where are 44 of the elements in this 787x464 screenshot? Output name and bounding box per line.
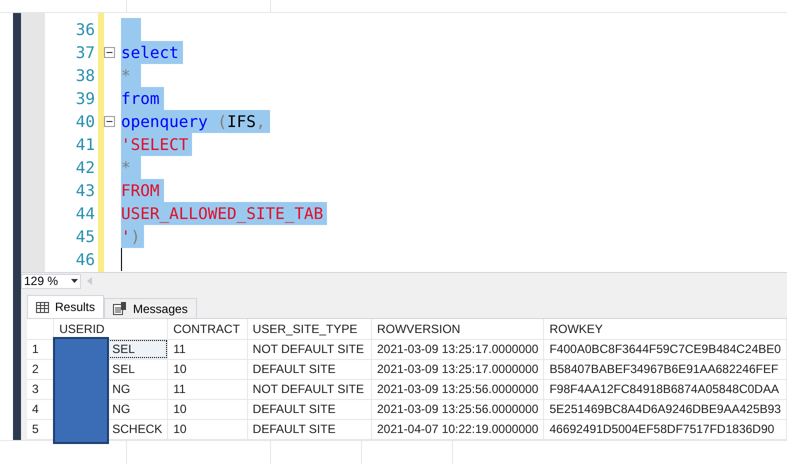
table-cell: F400A0BC8F3644F59C7CE9B484C24BE0 xyxy=(544,339,786,359)
grid-icon xyxy=(36,302,49,312)
column-header[interactable]: USER_SITE_TYPE xyxy=(247,319,372,339)
table-cell: 2021-03-09 13:25:17.0000000 xyxy=(371,339,544,359)
caret-icon xyxy=(71,279,78,283)
table-cell: 2021-04-07 10:22:19.0000000 xyxy=(371,419,544,439)
line-number: 39 xyxy=(74,88,95,110)
line-number: 36 xyxy=(74,19,95,41)
scroll-left-icon xyxy=(87,277,92,285)
table-cell: 5E251469BC8A4D6A9246DBE9AA425B93 xyxy=(544,399,786,419)
column-header[interactable]: CONTRACT xyxy=(168,319,248,339)
table-cell: NOT DEFAULT SITE xyxy=(247,339,372,359)
line-number: 46 xyxy=(74,249,95,271)
table-cell: 2021-03-09 13:25:56.0000000 xyxy=(371,379,544,399)
line-number: 41 xyxy=(74,134,95,156)
table-cell: 11 xyxy=(168,339,248,359)
collapse-icon[interactable] xyxy=(104,116,115,127)
zoom-dropdown[interactable]: 129 % xyxy=(21,274,81,288)
table-cell: 2021-03-09 13:25:17.0000000 xyxy=(371,359,544,379)
column-header[interactable]: ROWKEY xyxy=(544,319,786,339)
table-cell: 10 xyxy=(168,399,248,419)
results-tab[interactable]: Results xyxy=(27,295,104,318)
table-cell: 10 xyxy=(168,419,248,439)
table-cell: DEFAULT SITE xyxy=(247,359,372,379)
table-cell: 11 xyxy=(168,379,248,399)
line-number: 44 xyxy=(74,203,95,225)
document-icon xyxy=(113,302,128,315)
table-cell: 10 xyxy=(168,359,248,379)
table-cell: B58407BABEF34967B6E91AA682246FEF xyxy=(544,359,786,379)
line-number: 40 xyxy=(74,111,95,133)
line-number: 42 xyxy=(74,157,95,179)
table-cell: 46692491D5004EF58DF7517FD1836D90 xyxy=(544,419,786,439)
table-cell: F98F4AA12FC84918B6874A05848C0DAA xyxy=(544,379,786,399)
line-number: 37 xyxy=(74,42,95,64)
column-header[interactable]: ROWVERSION xyxy=(371,319,544,339)
table-cell: NOT DEFAULT SITE xyxy=(247,379,372,399)
messages-tab[interactable]: Messages xyxy=(104,298,197,318)
table-cell: 2021-03-09 13:25:56.0000000 xyxy=(371,399,544,419)
line-number: 43 xyxy=(74,180,95,202)
line-number: 45 xyxy=(74,226,95,248)
collapse-icon[interactable] xyxy=(104,47,115,58)
line-number: 38 xyxy=(74,65,95,87)
table-cell: DEFAULT SITE xyxy=(247,399,372,419)
table-cell: DEFAULT SITE xyxy=(247,419,372,439)
